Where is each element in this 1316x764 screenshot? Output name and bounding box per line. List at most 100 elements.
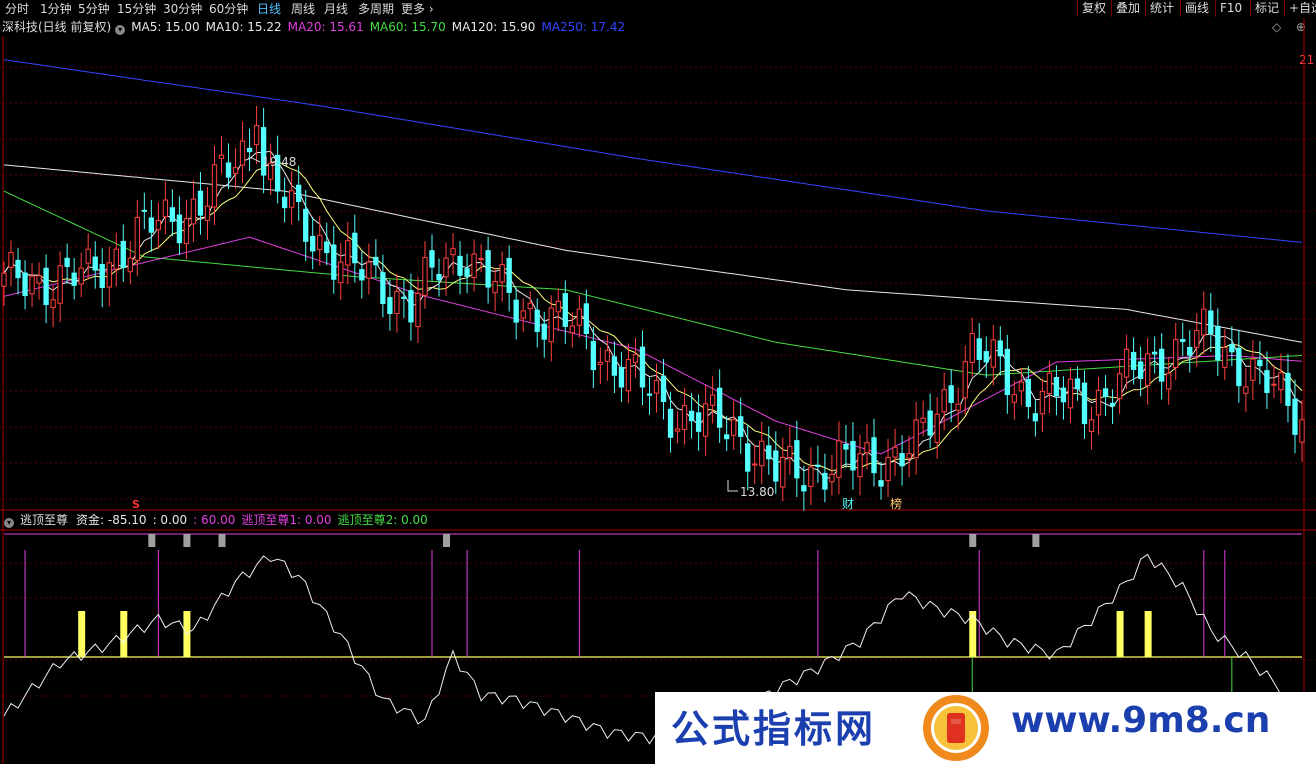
candlestick	[829, 454, 835, 496]
candlestick	[1201, 291, 1207, 355]
candlestick	[766, 426, 772, 475]
candle-body	[1151, 351, 1158, 355]
candle-body	[990, 339, 996, 368]
candlestick	[569, 312, 575, 348]
candlestick	[1053, 365, 1060, 416]
candlestick	[590, 326, 597, 388]
candle-body	[373, 256, 379, 266]
candle-body	[871, 437, 877, 474]
candle-body	[660, 375, 667, 403]
candlestick	[815, 445, 821, 483]
candle-body	[625, 359, 632, 392]
candle-body	[920, 417, 926, 423]
candle-body	[850, 441, 856, 471]
candle-body	[1180, 339, 1186, 343]
candlestick	[1173, 322, 1179, 380]
candle-body	[618, 367, 625, 388]
candle-body	[1215, 325, 1221, 361]
candlestick	[1095, 376, 1102, 435]
candlestick	[499, 251, 505, 302]
candlestick	[948, 369, 954, 423]
candlestick	[155, 202, 162, 250]
candlestick	[1278, 353, 1284, 404]
candlestick	[281, 177, 288, 223]
candle-body	[1039, 390, 1046, 415]
candlestick	[113, 232, 119, 287]
candle-body	[232, 167, 239, 174]
candle-body	[801, 485, 807, 492]
candle-body	[211, 164, 218, 208]
candlestick	[148, 200, 155, 252]
finance-marker: 财	[842, 497, 854, 511]
candle-body	[787, 446, 793, 458]
candle-body	[485, 250, 491, 288]
signal-gray-mark	[148, 534, 156, 547]
candle-body	[948, 385, 954, 403]
candle-body	[408, 290, 414, 323]
candle-body	[176, 214, 183, 244]
candle-body	[583, 303, 590, 335]
candle-body	[78, 267, 84, 285]
candlestick	[176, 196, 183, 255]
candle-body	[997, 340, 1003, 357]
candlestick	[246, 128, 253, 172]
candlestick	[555, 288, 561, 332]
candlestick	[345, 221, 351, 285]
candle-body	[380, 272, 386, 304]
candle-body	[724, 434, 730, 440]
candle-body	[752, 463, 758, 466]
watermark-text: 公式指标网	[671, 707, 877, 751]
candle-body	[113, 248, 119, 270]
candle-body	[604, 349, 611, 362]
candlestick	[253, 105, 260, 165]
candlestick	[1180, 322, 1186, 357]
candlestick	[976, 323, 982, 373]
candle-body	[29, 275, 35, 295]
candle-body	[969, 332, 975, 363]
candle-body	[443, 257, 449, 278]
candle-body	[71, 272, 77, 286]
candlestick	[520, 298, 526, 333]
candle-body	[429, 250, 435, 268]
signal-yellow-bar	[1116, 611, 1124, 657]
ma20-line	[3, 236, 1303, 455]
candle-body	[478, 258, 484, 261]
candlestick	[506, 245, 512, 312]
candle-body	[1229, 344, 1235, 353]
candlestick	[899, 435, 905, 486]
candlestick	[64, 243, 70, 284]
candle-body	[1187, 346, 1193, 356]
candle-body	[1011, 394, 1017, 403]
candle-body	[1250, 358, 1256, 381]
candlestick	[436, 258, 442, 297]
candlestick	[1018, 368, 1025, 406]
candle-body	[1222, 346, 1228, 368]
candlestick	[534, 298, 540, 348]
moving-average-lines	[3, 59, 1303, 479]
candle-body	[1264, 370, 1270, 394]
candle-body	[1025, 378, 1032, 407]
candlestick	[1285, 353, 1291, 423]
candle-body	[239, 140, 246, 166]
candle-body	[576, 308, 582, 326]
candlestick	[8, 240, 14, 287]
candle-body	[702, 403, 709, 437]
candlestick	[310, 216, 316, 270]
chart-area[interactable]: 19.48 13.80 S 财 榜	[0, 0, 1316, 764]
signal-yellow-bar	[78, 611, 86, 657]
candle-body	[1060, 387, 1067, 403]
candlestick	[618, 351, 625, 402]
candle-body	[513, 299, 519, 323]
candlestick	[906, 435, 912, 478]
candle-body	[611, 356, 618, 376]
candle-body	[1194, 329, 1200, 348]
candlestick	[1046, 360, 1053, 414]
candle-body	[1102, 388, 1109, 398]
candlestick	[611, 341, 618, 394]
candle-body	[64, 257, 70, 267]
candlestick	[120, 224, 126, 283]
candle-body	[716, 387, 723, 428]
candle-body	[36, 275, 42, 284]
candle-body	[436, 273, 442, 281]
candle-body	[836, 440, 842, 478]
